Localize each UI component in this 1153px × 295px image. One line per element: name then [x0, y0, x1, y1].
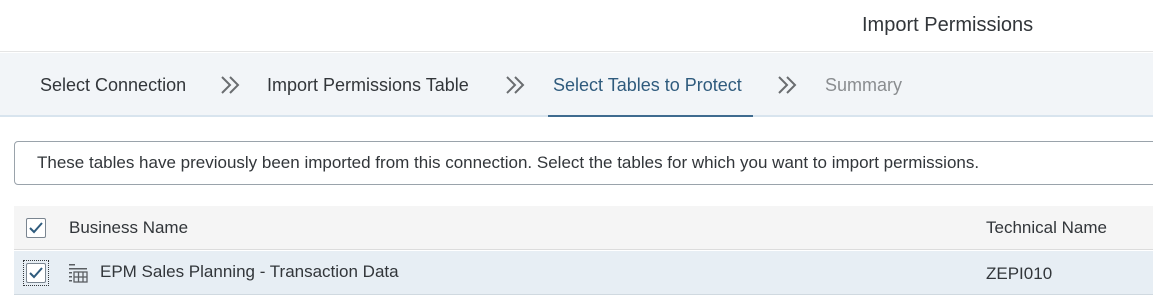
- chevron-double-right-icon: [778, 76, 797, 94]
- chevron-double-right-icon: [221, 76, 240, 94]
- business-name-cell: EPM Sales Planning - Transaction Data: [100, 262, 399, 281]
- chevron-double-right-icon: [506, 76, 525, 94]
- wizard-step-import-permissions-table[interactable]: Import Permissions Table: [267, 75, 469, 96]
- wizard-step-select-tables-to-protect[interactable]: Select Tables to Protect: [553, 75, 742, 96]
- checkmark-icon: [29, 267, 43, 279]
- checkmark-icon: [29, 222, 43, 234]
- info-message-text: These tables have previously been import…: [37, 153, 980, 172]
- table-icon: [69, 264, 88, 283]
- table-row[interactable]: EPM Sales Planning - Transaction Data ZE…: [14, 251, 1153, 295]
- table-header-row: Business Name Technical Name: [14, 206, 1153, 250]
- wizard-step-summary[interactable]: Summary: [825, 75, 902, 96]
- column-header-technical-name[interactable]: Technical Name: [986, 218, 1107, 238]
- row-checkbox[interactable]: [26, 263, 46, 283]
- technical-name-cell: ZEPI010: [986, 264, 1053, 283]
- wizard-step-select-connection[interactable]: Select Connection: [40, 75, 186, 96]
- title-bar: Import Permissions: [0, 0, 1153, 52]
- select-all-checkbox[interactable]: [26, 218, 46, 238]
- info-message-box: These tables have previously been import…: [14, 141, 1153, 185]
- wizard-progress-bar: Select Connection Import Permissions Tab…: [0, 53, 1153, 117]
- active-step-indicator: [548, 115, 753, 117]
- column-header-business-name[interactable]: Business Name: [69, 218, 188, 238]
- page-title: Import Permissions: [862, 14, 1034, 36]
